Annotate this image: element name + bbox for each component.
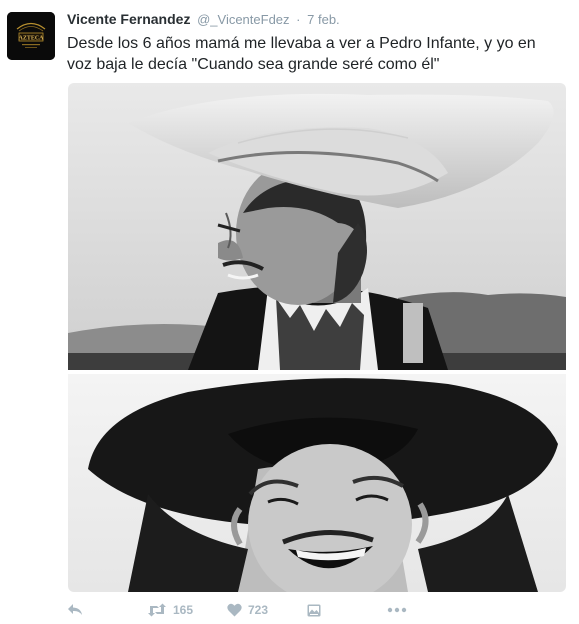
photo-vicente-fernandez[interactable] bbox=[68, 83, 566, 370]
retweet-icon bbox=[148, 603, 166, 617]
heart-icon bbox=[227, 603, 242, 617]
tweet-header: Vicente Fernandez @_VicenteFdez · 7 feb. bbox=[67, 11, 340, 28]
tweet-text: Desde los 6 años mamá me llevaba a ver a… bbox=[67, 35, 536, 73]
like-count: 723 bbox=[248, 603, 269, 617]
media-icon bbox=[307, 604, 321, 616]
like-button[interactable]: 723 bbox=[227, 600, 268, 620]
reply-icon bbox=[68, 604, 82, 615]
tweet-actions: 165 723 bbox=[67, 600, 487, 620]
avatar-logo-text: AZTECA bbox=[18, 36, 44, 42]
more-dots-icon bbox=[387, 607, 407, 613]
photo-bottom-image bbox=[68, 374, 566, 592]
avatar-logo-icon: AZTECA bbox=[7, 12, 55, 60]
tweet: AZTECA Vicente Fernandez @_VicenteFdez ·… bbox=[0, 0, 579, 624]
avatar[interactable]: AZTECA bbox=[7, 12, 55, 60]
tweet-date[interactable]: 7 feb. bbox=[307, 12, 340, 27]
retweet-button[interactable]: 165 bbox=[147, 600, 193, 620]
photo-pedro-infante[interactable] bbox=[68, 374, 566, 592]
author-handle[interactable]: @_VicenteFdez bbox=[197, 12, 289, 27]
photo-top-image bbox=[68, 83, 566, 370]
header-separator: · bbox=[296, 12, 301, 27]
author-name[interactable]: Vicente Fernandez bbox=[67, 11, 190, 27]
more-button[interactable] bbox=[387, 600, 407, 620]
reply-button[interactable] bbox=[67, 600, 83, 620]
retweet-count: 165 bbox=[173, 603, 194, 617]
tweet-media[interactable] bbox=[68, 83, 566, 592]
media-button[interactable] bbox=[307, 600, 321, 620]
